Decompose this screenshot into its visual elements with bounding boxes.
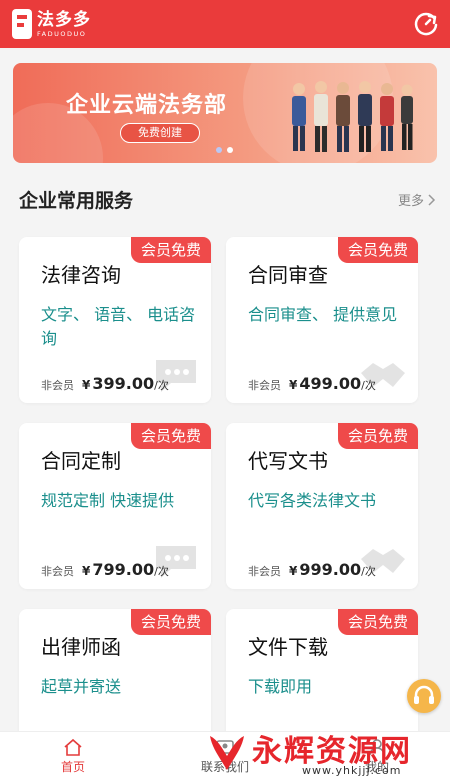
card-description: 文字、 语音、 电话咨询 <box>41 305 196 348</box>
card-title: 文件下载 <box>248 635 328 659</box>
card-price: 非会员 ¥ 399.00 /次 <box>41 374 169 393</box>
non-member-label: 非会员 <box>41 379 74 392</box>
card-title: 出律师函 <box>41 635 121 659</box>
service-card-legal-consult[interactable]: 会员免费 法律咨询 文字、 语音、 电话咨询 非会员 ¥ 399.00 /次 <box>19 237 211 403</box>
card-description: 起草并寄送 <box>41 677 122 696</box>
watermark-url: www.yhkjjj.com <box>302 764 402 777</box>
customer-service-button[interactable] <box>407 679 441 713</box>
price-unit: /次 <box>154 565 169 578</box>
app-logo[interactable]: 法多多 FADUODUO <box>12 8 91 40</box>
currency-symbol: ¥ <box>82 378 91 392</box>
price-unit: /次 <box>361 379 376 392</box>
member-free-badge: 会员免费 <box>337 609 418 635</box>
card-title: 合同定制 <box>41 449 121 473</box>
card-price: 非会员 ¥ 799.00 /次 <box>41 560 169 579</box>
business-people-illustration <box>292 81 413 152</box>
nav-home-label: 首页 <box>60 760 85 774</box>
member-free-badge: 会员免费 <box>337 237 418 263</box>
banner-title: 企业云端法务部 <box>66 93 228 118</box>
non-member-label: 非会员 <box>248 379 281 392</box>
banner-create-button[interactable]: 免费创建 <box>120 123 200 143</box>
banner-pagination <box>216 147 233 153</box>
card-description: 规范定制 快速提供 <box>41 491 175 510</box>
refresh-icon[interactable] <box>412 10 440 38</box>
banner-dot-2[interactable] <box>227 147 233 153</box>
card-price: 非会员 ¥ 999.00 /次 <box>248 560 376 579</box>
app-header: 法多多 FADUODUO <box>0 0 450 48</box>
price-unit: /次 <box>361 565 376 578</box>
card-description: 合同审查、 提供意见 <box>248 305 398 324</box>
member-free-badge: 会员免费 <box>337 423 418 449</box>
logo-mark-icon <box>12 9 32 39</box>
member-free-badge: 会员免费 <box>130 423 211 449</box>
home-icon <box>64 738 82 756</box>
non-member-label: 非会员 <box>248 565 281 578</box>
service-card-contract-custom[interactable]: 会员免费 合同定制 规范定制 快速提供 非会员 ¥ 799.00 /次 <box>19 423 211 589</box>
non-member-label: 非会员 <box>41 565 74 578</box>
card-description: 下载即用 <box>248 677 313 696</box>
service-card-document-writing[interactable]: 会员免费 代写文书 代写各类法律文书 非会员 ¥ 999.00 /次 <box>226 423 418 589</box>
section-title: 企业常用服务 <box>19 190 134 212</box>
price-amount: 499.00 <box>299 374 362 393</box>
price-amount: 799.00 <box>92 560 155 579</box>
price-amount: 999.00 <box>299 560 362 579</box>
headset-icon <box>414 685 434 704</box>
more-label: 更多 <box>397 194 424 209</box>
member-free-badge: 会员免费 <box>130 237 211 263</box>
member-free-badge: 会员免费 <box>130 609 211 635</box>
card-description: 代写各类法律文书 <box>248 491 377 510</box>
service-card-contract-review[interactable]: 会员免费 合同审查 合同审查、 提供意见 非会员 ¥ 499.00 /次 <box>226 237 418 403</box>
site-watermark: 永辉资源网 www.yhkjjj.com <box>202 724 450 781</box>
card-title: 代写文书 <box>248 449 328 473</box>
card-title: 合同审查 <box>248 263 328 287</box>
service-card-lawyer-letter[interactable]: 会员免费 出律师函 起草并寄送 <box>19 609 211 749</box>
currency-symbol: ¥ <box>82 564 91 578</box>
chevron-right-icon <box>428 193 436 206</box>
currency-symbol: ¥ <box>289 564 298 578</box>
price-amount: 399.00 <box>92 374 155 393</box>
currency-symbol: ¥ <box>289 378 298 392</box>
nav-home[interactable]: 首页 <box>33 738 113 775</box>
price-unit: /次 <box>154 379 169 392</box>
banner-dot-1[interactable] <box>216 147 222 153</box>
watermark-logo-icon <box>210 736 244 770</box>
logo-subtitle: FADUODUO <box>37 29 87 38</box>
card-price: 非会员 ¥ 499.00 /次 <box>248 374 376 393</box>
logo-title: 法多多 <box>37 9 91 30</box>
more-link[interactable]: 更多 <box>398 190 436 209</box>
promo-banner[interactable]: 企业云端法务部 免费创建 <box>13 63 437 163</box>
card-title: 法律咨询 <box>41 263 121 287</box>
